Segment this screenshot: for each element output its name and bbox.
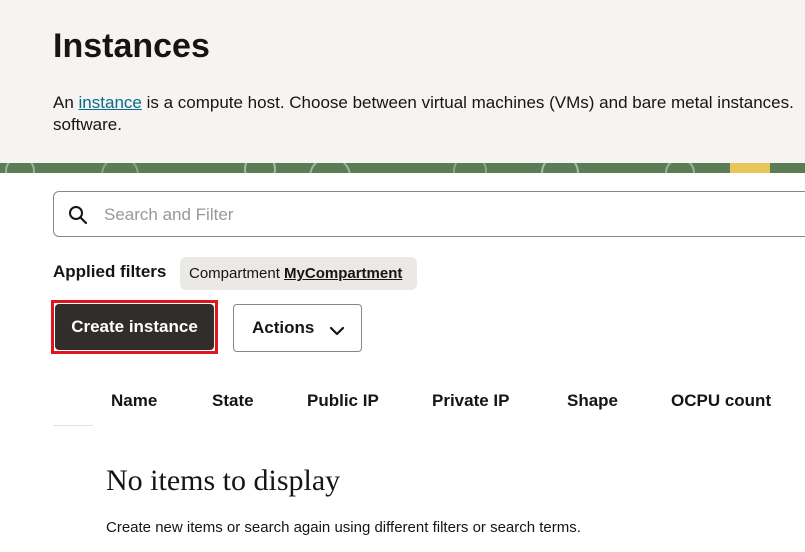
column-header-shape[interactable]: Shape [567,390,618,412]
column-header-public-ip[interactable]: Public IP [307,390,379,412]
column-header-name[interactable]: Name [111,390,157,412]
column-header-state[interactable]: State [212,390,254,412]
decorative-banner [0,163,805,173]
chevron-down-icon [329,322,345,342]
create-instance-button[interactable]: Create instance [55,304,214,350]
empty-state-message: Create new items or search again using d… [106,519,581,536]
instance-help-link[interactable]: instance [79,93,142,112]
actions-label: Actions [252,318,315,337]
actions-menu-button[interactable]: Actions [233,304,362,352]
intro-suffix: is a compute host. Choose between virtua… [141,93,794,112]
compartment-filter-chip[interactable]: Compartment MyCompartment [180,257,417,290]
search-input[interactable] [102,201,786,229]
intro-prefix: An [53,93,79,112]
page-title: Instances [53,27,210,65]
empty-state-title: No items to display [106,464,341,497]
search-icon [68,205,88,230]
banner-pattern [0,163,805,173]
page-description: An instance is a compute host. Choose be… [53,92,805,136]
filter-chip-key: Compartment [189,265,280,282]
column-header-ocpu-count[interactable]: OCPU count [671,390,771,412]
filter-chip-value[interactable]: MyCompartment [284,265,402,282]
column-header-private-ip[interactable]: Private IP [432,390,510,412]
intro-line2: software. [53,115,122,134]
applied-filters-label: Applied filters [53,262,167,281]
search-filter-bar[interactable] [53,191,805,237]
table-header-divider [53,425,93,426]
page-header: Instances An instance is a compute host.… [0,0,805,163]
